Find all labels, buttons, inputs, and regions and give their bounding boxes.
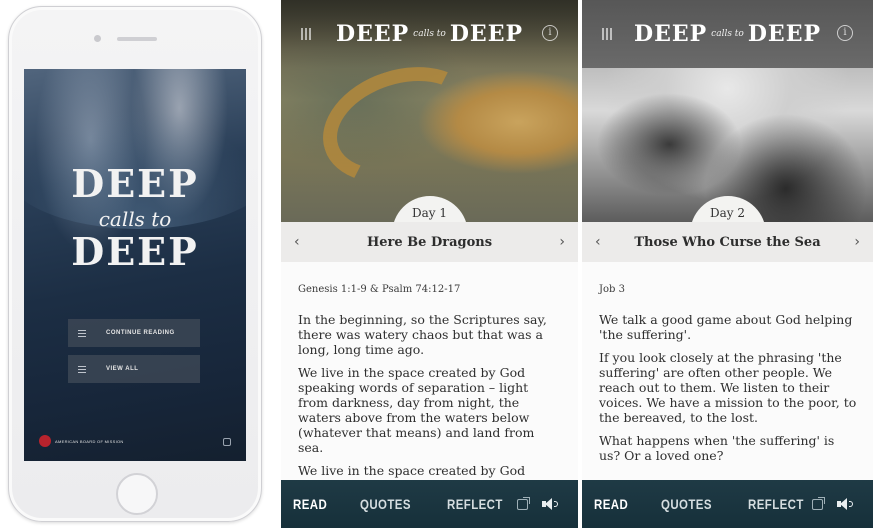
paragraph: We live in the space created by God [298,463,526,478]
tab-quotes[interactable]: QUOTES [360,496,411,512]
paragraph: In the beginning, so the Scriptures say,… [298,312,547,357]
list-icon [78,365,86,373]
book-icon [78,329,86,337]
phone-mockup: DEEP calls to DEEP CONTINUE READING VIEW… [8,6,262,522]
home-button[interactable] [116,473,158,515]
view-all-button[interactable]: VIEW ALL [68,355,200,383]
continue-reading-button[interactable]: CONTINUE READING [68,319,200,347]
reader-panel-day1: DEEP calls to DEEP i Day 1 ‹ Here Be Drago… [281,0,578,528]
bottom-tab-bar: READ QUOTES REFLECT [281,480,578,528]
splash-title-line1: DEEP [71,161,199,206]
menu-icon[interactable] [301,28,313,40]
scripture-reference: Genesis 1:1-9 & Psalm 74:12-17 [298,284,461,295]
view-all-label: VIEW ALL [106,366,139,372]
share-icon[interactable] [517,497,530,510]
organization-name: AMERICAN BOARD OF MISSION [55,438,124,444]
continue-reading-label: CONTINUE READING [106,330,175,336]
info-icon[interactable]: i [837,25,853,41]
paragraph: What happens when 'the suffering' is us?… [599,433,835,463]
splash-title-line2: calls to [98,207,172,231]
bottom-tab-bar: READ QUOTES REFLECT [582,480,873,528]
splash-screen: DEEP calls to DEEP CONTINUE READING VIEW… [24,69,246,461]
previous-day-chevron-icon[interactable]: ‹ [595,234,601,250]
app-logo: DEEP calls to DEEP [335,21,524,47]
next-day-chevron-icon[interactable]: › [559,234,565,250]
app-logo: DEEP calls to DEEP [633,21,822,47]
organization-badge: AMERICAN BOARD OF MISSION [39,435,124,447]
organization-logo [39,435,51,447]
previous-day-chevron-icon[interactable]: ‹ [294,234,300,250]
devotion-title-bar: ‹ Here Be Dragons › [281,222,578,262]
share-icon[interactable] [812,497,825,510]
earpiece-speaker [117,37,157,41]
menu-icon[interactable] [602,28,614,40]
info-icon[interactable]: i [542,25,558,41]
tab-read[interactable]: READ [293,496,327,512]
speaker-icon[interactable] [837,497,853,511]
app-header: DEEP calls to DEEP i [281,0,578,68]
reader-panel-day2: DEEP calls to DEEP i Day 2 ‹ Those Who Cur… [582,0,873,528]
tab-reflect[interactable]: REFLECT [447,496,503,512]
devotion-title: Those Who Curse the Sea [634,234,821,250]
devotion-body: Job 3 We talk a good game about God help… [582,262,873,480]
next-day-chevron-icon[interactable]: › [854,234,860,250]
devotion-title-bar: ‹ Those Who Curse the Sea › [582,222,873,262]
camera [94,35,101,42]
tab-quotes[interactable]: QUOTES [661,496,712,512]
paragraph: If you look closely at the phrasing 'the… [599,350,857,425]
paragraph: We talk a good game about God helping 't… [599,312,853,342]
sea-serpent-illustration [307,47,495,203]
tab-reflect[interactable]: REFLECT [748,496,804,512]
devotion-body: Genesis 1:1-9 & Psalm 74:12-17 In the be… [281,262,578,480]
tab-read[interactable]: READ [594,496,628,512]
audio-icon[interactable] [223,438,231,446]
paragraph: We live in the space created by God spea… [298,365,535,455]
speaker-icon[interactable] [542,497,558,511]
scripture-reference: Job 3 [599,284,625,295]
splash-title-line3: DEEP [71,229,199,274]
devotion-title: Here Be Dragons [366,234,493,250]
app-header: DEEP calls to DEEP i [582,0,873,68]
